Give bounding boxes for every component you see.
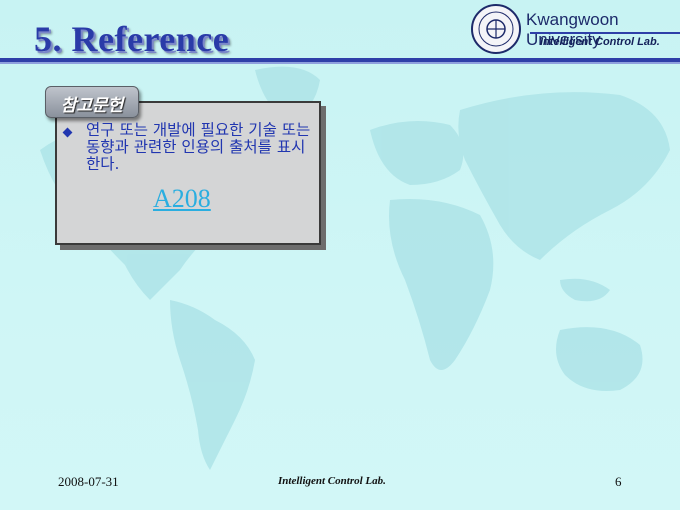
page-number: 6 <box>615 474 622 489</box>
university-logo: Kwangwoon University Intelligent Control… <box>470 0 680 58</box>
logo-divider <box>530 32 680 34</box>
university-seal-icon <box>471 4 521 54</box>
footer-date: 2008-07-31 <box>58 474 119 489</box>
bullet-text: 연구 또는 개발에 필요한 기술 또는 동향과 관련한 인용의 출처를 표시한다… <box>86 121 311 173</box>
reference-link[interactable]: A208 <box>153 184 211 214</box>
slide-title: 5. Reference <box>34 19 230 59</box>
section-tag-label: 참고문헌 <box>60 96 124 116</box>
section-tag: 참고문헌 <box>45 86 139 118</box>
slide: 5. Reference Kwangwoon University Intell… <box>0 0 680 510</box>
world-map-background <box>40 66 670 470</box>
footer-lab: Intelligent Control Lab. <box>278 475 386 487</box>
lab-name: Intelligent Control Lab. <box>540 36 660 48</box>
header-rule-accent <box>0 62 680 64</box>
